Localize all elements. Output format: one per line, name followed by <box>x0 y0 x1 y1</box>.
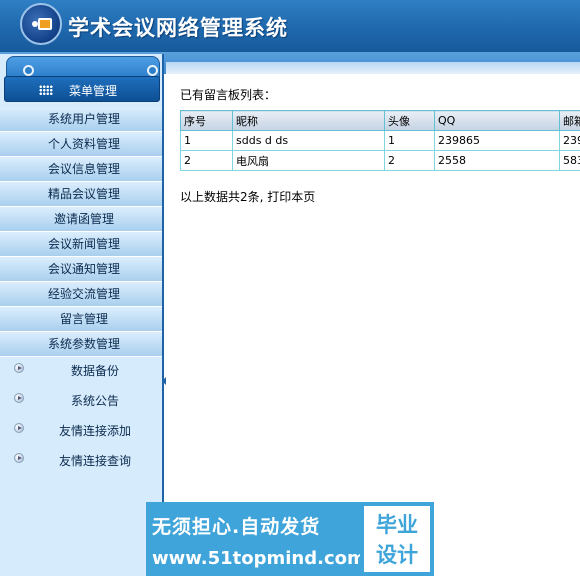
submenu-item-query-link[interactable]: 友情连接查询 <box>0 445 162 475</box>
submenu-item-add-link[interactable]: 友情连接添加 <box>0 415 162 445</box>
sidebar-item-conference-news[interactable]: 会议新闻管理 <box>0 232 162 257</box>
table-summary[interactable]: 以上数据共2条, 打印本页 <box>180 188 315 205</box>
sidebar-submenu: 数据备份 系统公告 友情连接添加 友情连接查询 <box>0 355 162 475</box>
logo-icon <box>20 3 62 45</box>
sidebar-item-label: 会议信息管理 <box>47 162 120 176</box>
table-cell: 583 <box>559 150 580 171</box>
column-header-index: 序号 <box>180 110 233 131</box>
column-header-email: 邮箱 <box>559 110 580 131</box>
table-cell: 239865 <box>434 130 560 151</box>
table-row[interactable]: 2 电风扇 2 2558 583 <box>180 150 580 171</box>
message-table: 序号 昵称 头像 QQ 邮箱 1 sdds d ds 1 239865 239 … <box>180 110 580 171</box>
sidebar-item-featured-conference[interactable]: 精品会议管理 <box>0 182 162 207</box>
table-cell: sdds d ds <box>232 130 385 151</box>
sidebar-item-label: 经验交流管理 <box>47 287 120 301</box>
message-table-wrapper: 序号 昵称 头像 QQ 邮箱 1 sdds d ds 1 239865 239 … <box>180 110 580 171</box>
sidebar-item-conference-info[interactable]: 会议信息管理 <box>0 157 162 182</box>
section-title: 已有留言板列表： <box>180 88 277 102</box>
watermark-badge-line1: 毕业 <box>376 513 418 537</box>
table-cell: 1 <box>180 130 233 151</box>
menu-header[interactable]: 菜单管理 <box>4 76 160 102</box>
submenu-item-label: 友情连接添加 <box>58 424 131 438</box>
watermark-url: www.51topmind.com <box>152 548 366 569</box>
binder-ring-icon <box>147 65 158 76</box>
app-header: 学术会议网络管理系统 <box>0 0 580 52</box>
table-row[interactable]: 1 sdds d ds 1 239865 239 <box>180 130 580 151</box>
sidebar-item-label: 留言管理 <box>59 312 108 326</box>
column-header-qq: QQ <box>434 110 560 131</box>
sidebar-item-invitation[interactable]: 邀请函管理 <box>0 207 162 232</box>
sidebar-item-label: 个人资料管理 <box>47 137 120 151</box>
watermark-badge: 毕业 设计 <box>360 502 434 576</box>
content-topbar <box>166 62 580 74</box>
sidebar-item-label: 会议通知管理 <box>47 262 120 276</box>
submenu-item-label: 系统公告 <box>70 394 119 408</box>
sidebar-item-label: 系统参数管理 <box>47 337 120 351</box>
sidebar-item-label: 系统用户管理 <box>47 112 120 126</box>
column-header-nickname: 昵称 <box>232 110 385 131</box>
table-header-row: 序号 昵称 头像 QQ 邮箱 <box>180 110 580 131</box>
sidebar-item-label: 会议新闻管理 <box>47 237 120 251</box>
app-title: 学术会议网络管理系统 <box>68 16 288 40</box>
column-header-avatar: 头像 <box>384 110 435 131</box>
grid-icon <box>39 85 53 95</box>
sidebar-item-profile[interactable]: 个人资料管理 <box>0 132 162 157</box>
sidebar-item-system-params[interactable]: 系统参数管理 <box>0 332 162 357</box>
table-cell: 电风扇 <box>232 150 385 171</box>
watermark-line1: 无须担心.自动发货 <box>152 516 321 538</box>
table-cell: 2558 <box>434 150 560 171</box>
watermark-text-panel: 无须担心.自动发货 www.51topmind.com <box>146 502 366 576</box>
sidebar-item-messages[interactable]: 留言管理 <box>0 307 162 332</box>
sidebar-menu: 系统用户管理 个人资料管理 会议信息管理 精品会议管理 邀请函管理 会议新闻管理… <box>0 107 162 357</box>
sidebar-binder <box>6 56 160 78</box>
watermark-badge-line2: 设计 <box>376 543 418 567</box>
submenu-item-data-backup[interactable]: 数据备份 <box>0 355 162 385</box>
sidebar-item-label: 邀请函管理 <box>53 212 114 226</box>
binder-ring-icon <box>23 65 34 76</box>
sidebar-item-experience[interactable]: 经验交流管理 <box>0 282 162 307</box>
sidebar-item-conference-notice[interactable]: 会议通知管理 <box>0 257 162 282</box>
main-content: 已有留言板列表： 序号 昵称 头像 QQ 邮箱 1 sdds d ds 1 23… <box>166 74 580 576</box>
sidebar-item-label: 精品会议管理 <box>47 187 120 201</box>
watermark-banner: 无须担心.自动发货 www.51topmind.com 毕业 设计 <box>146 502 434 576</box>
menu-header-label: 菜单管理 <box>69 84 118 98</box>
table-cell: 1 <box>384 130 435 151</box>
table-cell: 2 <box>384 150 435 171</box>
table-cell: 239 <box>559 130 580 151</box>
sidebar-item-system-users[interactable]: 系统用户管理 <box>0 107 162 132</box>
submenu-item-announcement[interactable]: 系统公告 <box>0 385 162 415</box>
submenu-item-label: 友情连接查询 <box>58 454 131 468</box>
table-cell: 2 <box>180 150 233 171</box>
